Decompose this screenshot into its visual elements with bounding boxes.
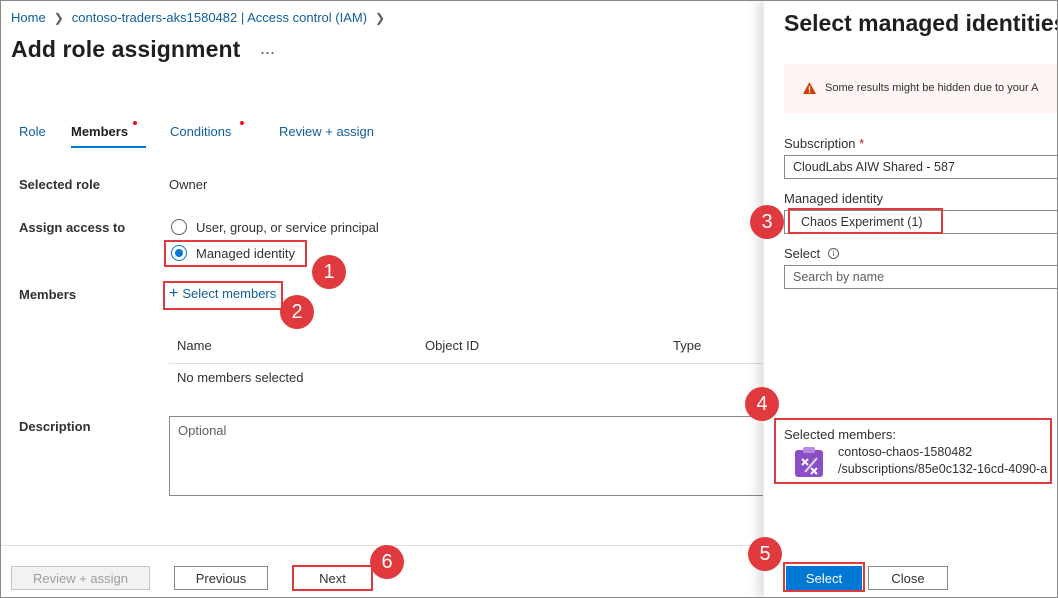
members-label: Members [19, 287, 77, 302]
close-button[interactable]: Close [868, 566, 948, 590]
assign-access-label: Assign access to [19, 220, 126, 235]
search-by-name-input[interactable]: Search by name [784, 265, 1058, 289]
tab-conditions[interactable]: Conditions [170, 124, 231, 139]
tab-review-assign[interactable]: Review + assign [279, 124, 374, 139]
option-user-group-sp-label[interactable]: User, group, or service principal [196, 220, 379, 235]
page-title: Add role assignment [11, 36, 241, 62]
selected-members-label: Selected members: [784, 427, 896, 442]
table-header-name: Name [177, 338, 212, 353]
selected-role-label: Selected role [19, 177, 100, 192]
table-header-object-id: Object ID [425, 338, 480, 353]
select-members-label: Select members [182, 286, 277, 301]
review-assign-button[interactable]: Review + assign [11, 566, 150, 590]
breadcrumb: Home ❯ contoso-traders-aks1580482 | Acce… [11, 10, 385, 25]
subscription-value: CloudLabs AIW Shared - 587 [793, 160, 955, 174]
warning-text: Some results might be hidden due to your… [825, 82, 1039, 94]
more-options-button[interactable]: ... [260, 38, 275, 59]
subscription-dropdown[interactable]: CloudLabs AIW Shared - 587 [784, 155, 1058, 179]
callout-box-managed-identity-dropdown [788, 208, 943, 234]
required-indicator [240, 121, 244, 125]
breadcrumb-resource[interactable]: contoso-traders-aks1580482 | Access cont… [72, 10, 367, 25]
select-members-link[interactable]: + Select members [169, 284, 277, 302]
managed-identity-label: Managed identity [784, 191, 884, 206]
previous-button[interactable]: Previous [174, 566, 268, 590]
table-header-type: Type [673, 338, 702, 353]
subscription-label: Subscription * [784, 136, 865, 151]
select-button[interactable]: Select [786, 566, 862, 590]
chevron-right-icon: ❯ [53, 10, 64, 25]
required-indicator [133, 121, 137, 125]
breadcrumb-home[interactable]: Home [11, 10, 46, 25]
selected-role-value: Owner [169, 177, 208, 192]
plus-icon: + [169, 284, 179, 302]
managed-identity-icon [793, 446, 827, 483]
empty-members-text: No members selected [177, 370, 304, 385]
next-button[interactable]: Next [295, 567, 370, 589]
selected-member-path: /subscriptions/85e0c132-16cd-4090-a [838, 462, 1048, 476]
callout-badge-3: 3 [750, 205, 784, 239]
select-label: Select [784, 246, 821, 261]
callout-badge-6: 6 [370, 545, 404, 579]
option-managed-identity-label[interactable]: Managed identity [196, 246, 295, 261]
panel-title: Select managed identities [784, 10, 1058, 36]
select-label-row: Select i [784, 246, 840, 261]
tab-members[interactable]: Members [71, 124, 128, 139]
info-icon[interactable]: i [828, 248, 840, 259]
description-label: Description [19, 419, 91, 434]
chevron-right-icon: ❯ [375, 10, 386, 25]
description-textarea[interactable]: Optional [169, 416, 779, 496]
callout-badge-5: 5 [748, 537, 782, 571]
selected-member-name: contoso-chaos-1580482 [838, 445, 973, 459]
active-tab-underline [71, 146, 146, 148]
callout-badge-4: 4 [745, 387, 779, 421]
radio-managed-identity[interactable] [171, 245, 187, 261]
search-placeholder: Search by name [793, 270, 885, 284]
callout-badge-1: 1 [312, 255, 346, 289]
warning-icon [802, 81, 817, 98]
radio-user-group-sp[interactable] [171, 219, 187, 235]
description-placeholder: Optional [178, 423, 227, 438]
table-divider [169, 363, 763, 364]
tab-role[interactable]: Role [19, 124, 46, 139]
callout-badge-2: 2 [280, 295, 314, 329]
